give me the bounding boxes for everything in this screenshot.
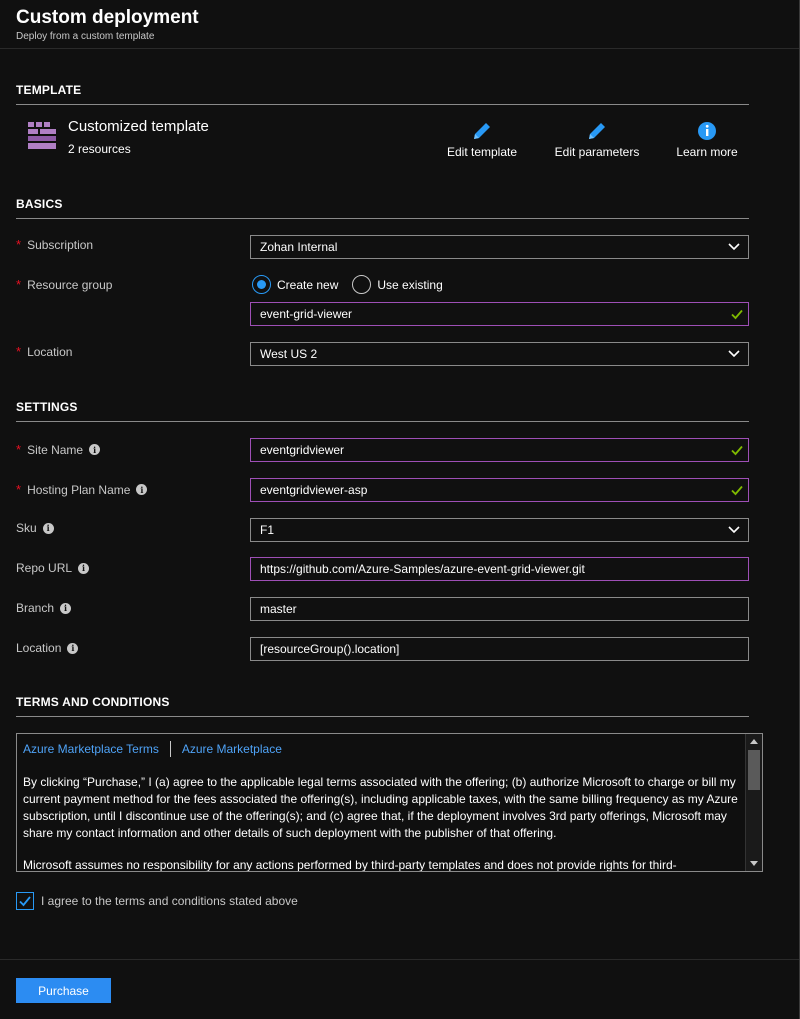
site-name-label: * Site Name i xyxy=(16,442,101,457)
branch-label-text: Branch xyxy=(16,601,55,615)
hosting-plan-name-value: eventgridviewer-asp xyxy=(260,483,368,497)
section-rule xyxy=(16,104,749,105)
valid-check-icon xyxy=(731,445,743,456)
valid-check-icon xyxy=(731,485,743,496)
resource-group-radio-group: Create new Use existing xyxy=(252,275,457,294)
edit-template-label: Edit template xyxy=(446,145,518,159)
pencil-icon xyxy=(474,123,490,139)
template-icon xyxy=(28,122,56,149)
chevron-down-icon xyxy=(728,526,740,534)
chevron-down-icon xyxy=(728,350,740,358)
info-icon xyxy=(698,122,716,140)
scroll-up-icon[interactable] xyxy=(750,739,758,744)
agree-terms-row: I agree to the terms and conditions stat… xyxy=(16,892,298,910)
valid-check-icon xyxy=(731,309,743,320)
sku-value: F1 xyxy=(260,523,275,537)
subscription-dropdown[interactable]: Zohan Internal xyxy=(250,235,749,259)
resource-group-input[interactable]: event-grid-viewer xyxy=(250,302,749,326)
location-label-text: Location xyxy=(27,344,73,359)
terms-links: Azure Marketplace Terms Azure Marketplac… xyxy=(23,741,282,757)
hosting-plan-name-label-text: Hosting Plan Name xyxy=(27,482,131,497)
location-dropdown[interactable]: West US 2 xyxy=(250,342,749,366)
branch-value: master xyxy=(260,602,297,616)
settings-location-value: [resourceGroup().location] xyxy=(260,642,400,656)
template-name: Customized template xyxy=(68,118,209,135)
info-icon[interactable]: i xyxy=(136,484,148,495)
purchase-button[interactable]: Purchase xyxy=(16,978,111,1003)
use-existing-label[interactable]: Use existing xyxy=(377,278,442,292)
scroll-down-icon[interactable] xyxy=(750,861,758,866)
subscription-value: Zohan Internal xyxy=(260,240,338,254)
repo-url-label: Repo URL i xyxy=(16,561,90,575)
required-marker: * xyxy=(16,237,22,252)
branch-label: Branch i xyxy=(16,601,72,615)
hosting-plan-name-label: * Hosting Plan Name i xyxy=(16,482,148,497)
required-marker: * xyxy=(16,482,22,497)
scrollbar-thumb[interactable] xyxy=(748,750,760,790)
section-rule xyxy=(16,716,749,717)
edit-template-button[interactable]: Edit template xyxy=(445,120,519,159)
info-icon[interactable]: i xyxy=(89,444,101,455)
resource-group-label: * Resource group xyxy=(16,277,112,292)
settings-location-label: Location i xyxy=(16,641,79,655)
edit-parameters-label: Edit parameters xyxy=(554,145,640,159)
info-icon[interactable]: i xyxy=(42,522,54,534)
hosting-plan-name-input[interactable]: eventgridviewer-asp xyxy=(250,478,749,502)
page-subtitle: Deploy from a custom template xyxy=(16,31,155,42)
terms-scrollbar[interactable] xyxy=(745,734,762,871)
repo-url-value: https://github.com/Azure-Samples/azure-e… xyxy=(260,562,585,576)
azure-marketplace-link[interactable]: Azure Marketplace xyxy=(182,742,282,756)
site-name-value: eventgridviewer xyxy=(260,443,345,457)
repo-url-label-text: Repo URL xyxy=(16,561,73,575)
chevron-down-icon xyxy=(728,243,740,251)
section-title-basics: BASICS xyxy=(16,197,63,211)
subscription-label-text: Subscription xyxy=(27,237,94,252)
sku-label: Sku i xyxy=(16,521,54,535)
link-separator xyxy=(169,741,171,757)
branch-input[interactable]: master xyxy=(250,597,749,621)
section-rule xyxy=(16,218,749,219)
template-resource-count: 2 resources xyxy=(68,142,131,156)
repo-url-input[interactable]: https://github.com/Azure-Samples/azure-e… xyxy=(250,557,749,581)
learn-more-button[interactable]: Learn more xyxy=(675,120,739,159)
required-marker: * xyxy=(16,344,22,359)
sku-dropdown[interactable]: F1 xyxy=(250,518,749,542)
page-title: Custom deployment xyxy=(16,7,199,28)
edit-parameters-button[interactable]: Edit parameters xyxy=(553,120,641,159)
resource-group-value: event-grid-viewer xyxy=(260,307,353,321)
section-title-template: TEMPLATE xyxy=(16,83,82,97)
location-label: * Location xyxy=(16,344,72,359)
use-existing-radio[interactable] xyxy=(352,275,372,294)
site-name-label-text: Site Name xyxy=(27,442,84,457)
footer-divider xyxy=(0,959,800,960)
settings-location-input[interactable]: [resourceGroup().location] xyxy=(250,637,749,661)
checkmark-icon xyxy=(19,896,31,907)
terms-text-box[interactable]: Azure Marketplace Terms Azure Marketplac… xyxy=(16,733,763,872)
location-value: West US 2 xyxy=(260,347,318,361)
section-title-terms: TERMS AND CONDITIONS xyxy=(16,695,170,709)
create-new-radio[interactable] xyxy=(252,275,271,294)
site-name-input[interactable]: eventgridviewer xyxy=(250,438,749,462)
agree-terms-label[interactable]: I agree to the terms and conditions stat… xyxy=(41,894,298,908)
learn-more-label: Learn more xyxy=(676,145,738,159)
settings-location-label-text: Location xyxy=(16,641,62,655)
required-marker: * xyxy=(16,277,22,292)
required-marker: * xyxy=(16,442,22,457)
header-divider xyxy=(0,48,800,49)
pencil-icon xyxy=(589,123,605,139)
terms-paragraph: By clicking “Purchase,” I (a) agree to t… xyxy=(23,775,738,840)
terms-paragraph: Microsoft assumes no responsibility for … xyxy=(23,858,677,872)
agree-terms-checkbox[interactable] xyxy=(16,892,34,910)
subscription-label: * Subscription xyxy=(16,237,93,252)
info-icon[interactable]: i xyxy=(67,642,79,654)
azure-marketplace-terms-link[interactable]: Azure Marketplace Terms xyxy=(23,742,159,756)
create-new-label[interactable]: Create new xyxy=(277,278,338,292)
sku-label-text: Sku xyxy=(16,521,37,535)
blade-header: Custom deployment Deploy from a custom t… xyxy=(0,0,800,48)
section-rule xyxy=(16,421,749,422)
info-icon[interactable]: i xyxy=(60,602,72,614)
resource-group-label-text: Resource group xyxy=(27,277,113,292)
section-title-settings: SETTINGS xyxy=(16,400,78,414)
info-icon[interactable]: i xyxy=(78,562,90,574)
